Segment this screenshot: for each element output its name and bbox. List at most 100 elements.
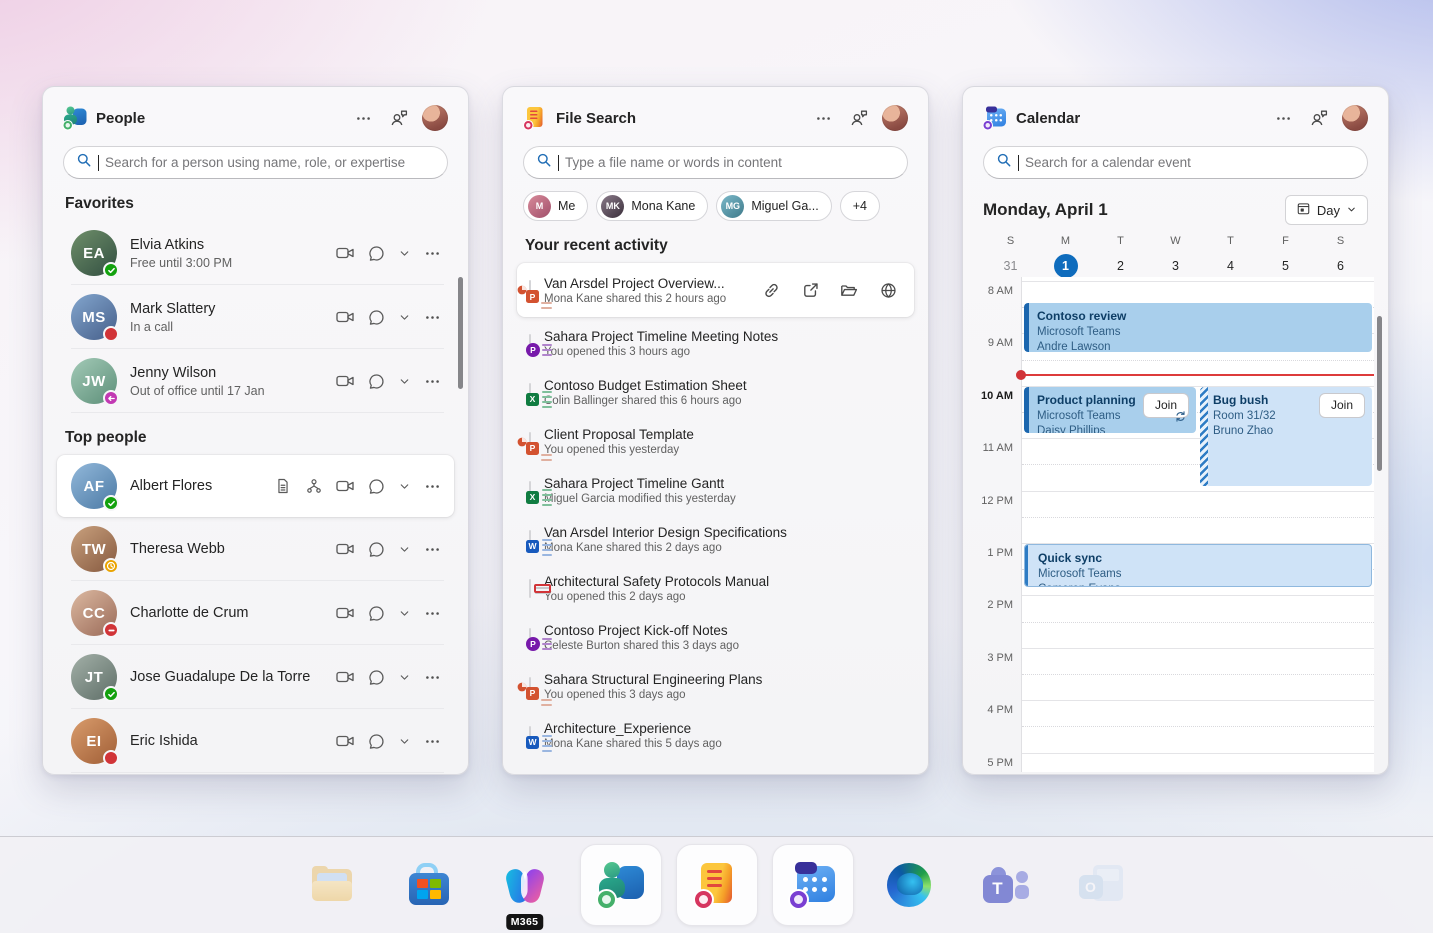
file-row[interactable]: P Sahara Structural Engineering Plans Yo… [517,662,914,711]
taskbar-microsoft-store[interactable] [388,844,470,926]
week-day-4[interactable]: T 4 [1203,235,1258,278]
calendar-event[interactable]: Contoso review Microsoft Teams Andre Law… [1024,303,1372,352]
taskbar-file-explorer[interactable] [292,844,374,926]
document-icon[interactable] [271,474,295,498]
more-options-icon[interactable] [420,665,444,689]
person-chip[interactable]: MKMona Kane [596,191,708,221]
week-day-2[interactable]: T 2 [1093,235,1148,278]
calendar-event[interactable]: Product planning Microsoft Teams Daisy P… [1024,387,1196,433]
chevron-down-icon[interactable] [395,601,413,625]
more-options-button[interactable] [350,105,376,131]
people-scrollbar[interactable] [458,277,463,389]
more-options-icon[interactable] [420,305,444,329]
file-row[interactable]: X Sahara Project Timeline Gantt Miguel G… [517,466,914,515]
chevron-down-icon[interactable] [395,665,413,689]
open-folder-icon[interactable] [837,278,861,302]
video-call-icon[interactable] [333,665,357,689]
person-row[interactable]: CC Charlotte de Crum [57,581,454,645]
file-row[interactable]: P Contoso Project Kick-off Notes Celeste… [517,613,914,662]
file-row[interactable]: W Architecture_Experience Mona Kane shar… [517,711,914,760]
video-call-icon[interactable] [333,601,357,625]
chevron-down-icon[interactable] [395,305,413,329]
chevron-down-icon[interactable] [395,474,413,498]
taskbar-outlook[interactable]: O [1060,844,1142,926]
chat-icon[interactable] [364,537,388,561]
more-people-chip[interactable]: +4 [840,191,880,221]
week-strip: S 31 M 1 T 2 W 3 T 4 F 5 S 6 [983,235,1368,278]
person-row[interactable]: EA Elvia Atkins Free until 3:00 PM [57,221,454,285]
week-day-5[interactable]: F 5 [1258,235,1313,278]
feedback-button[interactable] [386,105,412,131]
file-row[interactable]: P Van Arsdel Project Overview... Mona Ka… [517,263,914,317]
view-selector-button[interactable]: Day [1285,195,1368,225]
week-day-6[interactable]: S 6 [1313,235,1368,278]
calendar-event[interactable]: Bug bush Room 31/32 Bruno Zhao Join [1200,387,1372,486]
more-options-icon[interactable] [420,729,444,753]
join-button[interactable]: Join [1319,393,1365,418]
chat-icon[interactable] [364,474,388,498]
account-avatar[interactable] [1342,105,1368,131]
more-options-icon[interactable] [420,241,444,265]
feedback-button[interactable] [1306,105,1332,131]
calendar-search-input[interactable]: Search for a calendar event [983,146,1368,179]
chevron-down-icon[interactable] [395,369,413,393]
more-options-button[interactable] [810,105,836,131]
person-row[interactable]: TW Theresa Webb [57,517,454,581]
feedback-button[interactable] [846,105,872,131]
chat-icon[interactable] [364,729,388,753]
week-day-1[interactable]: M 1 [1038,235,1093,278]
taskbar-m365-copilot[interactable]: M365 [484,844,566,926]
file-row[interactable]: P Client Proposal Template You opened th… [517,417,914,466]
chat-icon[interactable] [364,241,388,265]
person-row[interactable]: JW Jenny Wilson Out of office until 17 J… [57,349,454,413]
person-row[interactable]: AF Albert Flores [57,455,454,517]
video-call-icon[interactable] [333,369,357,393]
calendar-scrollbar[interactable] [1377,316,1382,471]
file-meta: You opened this 3 hours ago [544,346,904,358]
file-row[interactable]: W Van Arsdel Interior Design Specificati… [517,515,914,564]
person-chip[interactable]: MMe [523,191,588,221]
file-search-input[interactable]: Type a file name or words in content [523,146,908,179]
person-row[interactable]: EI Eric Ishida [57,709,454,773]
chat-icon[interactable] [364,369,388,393]
more-options-icon[interactable] [420,369,444,393]
more-options-icon[interactable] [420,601,444,625]
chevron-down-icon[interactable] [395,537,413,561]
search-icon [536,152,552,173]
account-avatar[interactable] [422,105,448,131]
chevron-down-icon[interactable] [395,241,413,265]
taskbar-calendar-app[interactable] [772,844,854,926]
people-search-input[interactable]: Search for a person using name, role, or… [63,146,448,179]
person-row[interactable]: JT Jose Guadalupe De la Torre [57,645,454,709]
more-options-icon[interactable] [420,474,444,498]
taskbar-file-search-app[interactable] [676,844,758,926]
chevron-down-icon[interactable] [395,729,413,753]
week-day-3[interactable]: W 3 [1148,235,1203,278]
chat-icon[interactable] [364,305,388,329]
file-row[interactable]: Architectural Safety Protocols Manual Yo… [517,564,914,613]
week-day-31[interactable]: S 31 [983,235,1038,278]
more-options-button[interactable] [1270,105,1296,131]
chat-icon[interactable] [364,601,388,625]
taskbar-teams[interactable]: T [964,844,1046,926]
person-row[interactable]: MS Mark Slattery In a call [57,285,454,349]
video-call-icon[interactable] [333,305,357,329]
open-in-browser-icon[interactable] [876,278,900,302]
video-call-icon[interactable] [333,241,357,265]
file-row[interactable]: X Contoso Budget Estimation Sheet Colin … [517,368,914,417]
file-row[interactable]: P Sahara Project Timeline Meeting Notes … [517,319,914,368]
chat-icon[interactable] [364,665,388,689]
calendar-grid-area[interactable]: Contoso review Microsoft Teams Andre Law… [1021,277,1374,772]
calendar-event[interactable]: Quick sync Microsoft Teams Cameron Evans [1024,544,1372,587]
taskbar-people-app[interactable] [580,844,662,926]
org-chart-icon[interactable] [302,474,326,498]
video-call-icon[interactable] [333,729,357,753]
more-options-icon[interactable] [420,537,444,561]
account-avatar[interactable] [882,105,908,131]
person-chip[interactable]: MGMiguel Ga... [716,191,831,221]
copy-link-icon[interactable] [759,278,783,302]
taskbar-edge[interactable] [868,844,950,926]
share-icon[interactable] [798,278,822,302]
video-call-icon[interactable] [333,537,357,561]
video-call-icon[interactable] [333,474,357,498]
